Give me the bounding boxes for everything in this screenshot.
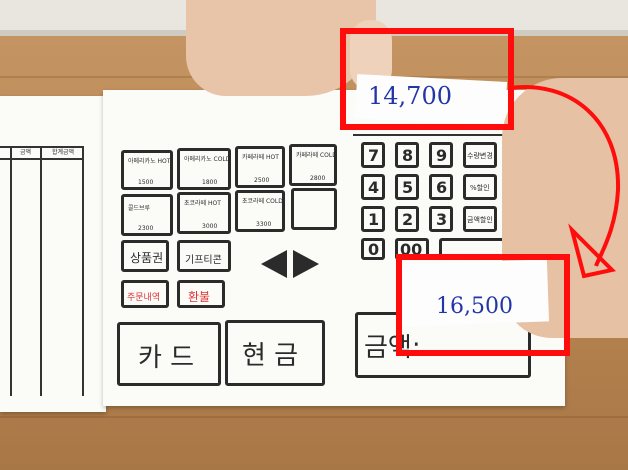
curved-arrow-icon	[509, 85, 621, 279]
card-button[interactable]: 카 드	[117, 322, 221, 386]
key-5[interactable]: 5	[395, 174, 419, 200]
key-3[interactable]: 3	[429, 206, 453, 232]
key-9[interactable]: 9	[429, 142, 453, 168]
receipt-sheet: 금액 합계금액	[0, 96, 106, 412]
key-6[interactable]: 6	[429, 174, 453, 200]
percent-discount-key[interactable]: %할인	[463, 174, 497, 200]
amount-discount-key[interactable]: 금액할인	[463, 206, 497, 232]
col-header-total: 합계금액	[52, 149, 75, 156]
key-0[interactable]: 0	[361, 238, 385, 260]
menu-item-chocolatte-hot[interactable]: 초코라떼 HOT 3000	[177, 192, 231, 234]
gifticon-button[interactable]: 기프티콘	[177, 240, 231, 272]
menu-item-coldbrew[interactable]: 콜드브루 2300	[121, 194, 173, 236]
quantity-change-key[interactable]: 수량변경	[463, 142, 497, 168]
menu-item-americano-cold[interactable]: 아메리카노 COLD 1800	[177, 148, 231, 190]
menu-item-cafelatte-cold[interactable]: 카페라떼 COLD 2800	[289, 144, 337, 186]
key-4[interactable]: 4	[361, 174, 385, 200]
menu-item-chocolatte-cold[interactable]: 초코라떼 COLD 3300	[235, 190, 285, 232]
key-7[interactable]: 7	[361, 142, 385, 168]
menu-item-empty[interactable]	[291, 188, 337, 230]
refund-button[interactable]: 환불	[177, 280, 225, 308]
pos-prototype-sheet: 아메리카노 HOT 1500 아메리카노 COLD 1800 카페라떼 HOT …	[103, 90, 565, 406]
menu-item-americano-hot[interactable]: 아메리카노 HOT 1500	[121, 150, 173, 190]
highlight-box-top	[340, 28, 514, 130]
col-header-amount: 금액	[20, 149, 32, 156]
page-arrows-icon[interactable]	[257, 246, 323, 282]
key-1[interactable]: 1	[361, 206, 385, 232]
product-voucher-button[interactable]: 상품권	[121, 240, 169, 272]
menu-item-cafelatte-hot[interactable]: 카페라떼 HOT 2500	[235, 146, 285, 188]
key-8[interactable]: 8	[395, 142, 419, 168]
key-2[interactable]: 2	[395, 206, 419, 232]
cash-button[interactable]: 현 금	[225, 320, 325, 386]
order-history-button[interactable]: 주문내역	[121, 280, 169, 308]
